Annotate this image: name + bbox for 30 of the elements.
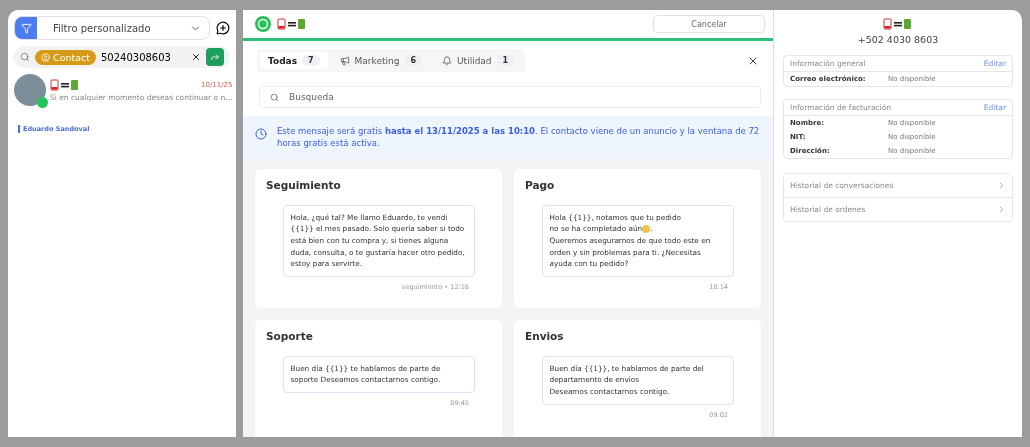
chevron-right-icon xyxy=(997,205,1006,214)
template-title: Seguimiento xyxy=(266,178,342,191)
search-field[interactable]: Busqueda xyxy=(259,86,761,108)
category-tab[interactable]: Todas 7 xyxy=(260,52,328,69)
forward-icon xyxy=(210,52,220,62)
search-icon xyxy=(270,92,279,102)
new-chat-icon[interactable] xyxy=(216,21,230,35)
clock-icon xyxy=(255,128,267,140)
chevron-right-icon xyxy=(997,181,1006,190)
search-bar[interactable]: Contact 50240308603 xyxy=(14,46,230,68)
template-card[interactable] xyxy=(255,168,502,308)
search-value: 50240308603 xyxy=(100,51,172,63)
filter-dropdown[interactable]: Filtro personalizado xyxy=(14,16,210,40)
cancel-button[interactable]: Cancelar xyxy=(653,15,765,33)
template-title: Soporte xyxy=(266,329,314,342)
bell-icon xyxy=(442,55,452,66)
count-badge: 6 xyxy=(404,55,422,66)
banner-text: Este mensaje será gratis hasta el 13/11/2025 a las 10:10. El contacto viene de un anuncio y la ventana de 72 horas gratis está activa. xyxy=(277,125,761,150)
funnel-icon xyxy=(20,22,32,34)
clear-icon[interactable] xyxy=(191,52,201,62)
category-tab[interactable]: Marketing 6 xyxy=(331,52,430,69)
template-title: Pago xyxy=(525,178,556,191)
template-title: Envios xyxy=(525,329,565,342)
category-tab[interactable]: Utilidad 1 xyxy=(434,52,523,69)
count-badge: 1 xyxy=(496,55,515,66)
count-badge: 7 xyxy=(302,55,320,66)
contact-phone: +502 4030 8603 xyxy=(857,34,939,45)
megaphone-icon xyxy=(339,55,350,66)
search-icon xyxy=(20,52,30,62)
user-icon xyxy=(41,52,50,62)
